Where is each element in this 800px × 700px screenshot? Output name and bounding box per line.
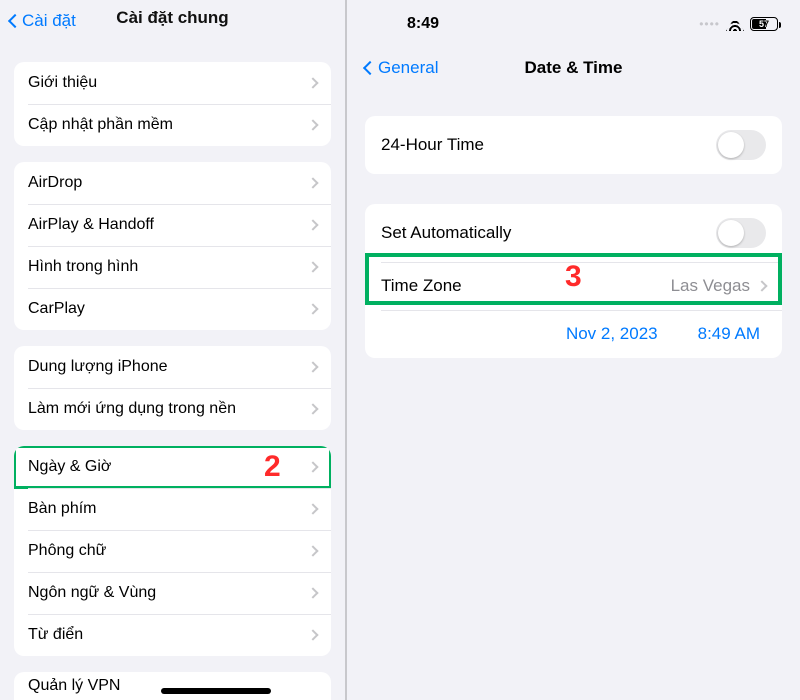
row-dictionary[interactable]: Từ điển <box>14 614 331 656</box>
row-label: AirPlay & Handoff <box>28 216 154 234</box>
group-airdrop: AirDrop AirPlay & Handoff Hình trong hìn… <box>14 162 331 330</box>
group-24h: 24-Hour Time <box>365 116 782 174</box>
row-label: Ngày & Giờ <box>28 458 111 476</box>
chevron-right-icon <box>307 361 318 372</box>
chevron-right-icon <box>307 261 318 272</box>
toggle-24h[interactable] <box>716 130 766 160</box>
chevron-left-icon <box>8 14 22 28</box>
cell-dots-icon: •••• <box>699 17 720 31</box>
row-date-time[interactable]: Ngày & Giờ <box>14 446 331 488</box>
group-about: Giới thiệu Cập nhật phần mềm <box>14 62 331 146</box>
row-label: 24-Hour Time <box>381 135 484 155</box>
row-label: Làm mới ứng dụng trong nền <box>28 400 236 418</box>
row-label: CarPlay <box>28 300 85 318</box>
row-label: Hình trong hình <box>28 258 138 276</box>
row-label: Set Automatically <box>381 223 511 243</box>
row-carplay[interactable]: CarPlay <box>14 288 331 330</box>
date-value[interactable]: Nov 2, 2023 <box>566 324 658 344</box>
row-label: Ngôn ngữ & Vùng <box>28 584 156 602</box>
row-keyboard[interactable]: Bàn phím <box>14 488 331 530</box>
row-label: Phông chữ <box>28 542 106 560</box>
group-tz: Set Automatically Time Zone Las Vegas No… <box>365 204 782 358</box>
row-label: Giới thiệu <box>28 74 97 92</box>
row-fonts[interactable]: Phông chữ <box>14 530 331 572</box>
group-peek: Quản lý VPN <box>14 672 331 700</box>
left-navbar: Cài đặt Cài đặt chung <box>0 0 345 38</box>
group-storage: Dung lượng iPhone Làm mới ứng dụng trong… <box>14 346 331 430</box>
row-about[interactable]: Giới thiệu <box>14 62 331 104</box>
chevron-right-icon <box>307 545 318 556</box>
chevron-right-icon <box>307 77 318 88</box>
chevron-right-icon <box>307 629 318 640</box>
row-pip[interactable]: Hình trong hình <box>14 246 331 288</box>
chevron-right-icon <box>756 280 767 291</box>
tz-value: Las Vegas <box>671 276 750 296</box>
chevron-right-icon <box>307 219 318 230</box>
status-bar: 8:49 •••• 57 <box>347 0 800 40</box>
chevron-right-icon <box>307 461 318 472</box>
right-navbar: General Date & Time <box>347 40 800 86</box>
row-set-auto[interactable]: Set Automatically <box>365 204 782 262</box>
row-airplay[interactable]: AirPlay & Handoff <box>14 204 331 246</box>
right-screenshot: 8:49 •••• 57 General Date & Time 24-Hour… <box>347 0 800 700</box>
row-storage[interactable]: Dung lượng iPhone <box>14 346 331 388</box>
row-airdrop[interactable]: AirDrop <box>14 162 331 204</box>
row-datetime-picker[interactable]: Nov 2, 2023 8:49 AM <box>365 310 782 358</box>
wifi-icon <box>726 17 744 31</box>
time-value[interactable]: 8:49 AM <box>698 324 760 344</box>
back-label-left: Cài đặt <box>22 11 76 31</box>
row-label: Cập nhật phần mềm <box>28 116 173 134</box>
battery-level: 57 <box>759 19 769 29</box>
chevron-right-icon <box>307 503 318 514</box>
chevron-right-icon <box>307 303 318 314</box>
status-time: 8:49 <box>407 15 439 33</box>
battery-icon: 57 <box>750 17 778 31</box>
group-datetime: Ngày & Giờ Bàn phím Phông chữ Ngôn ngữ &… <box>14 446 331 656</box>
row-timezone[interactable]: Time Zone Las Vegas <box>365 262 782 310</box>
toggle-auto[interactable] <box>716 218 766 248</box>
title-right: Date & Time <box>347 58 800 78</box>
row-label: Quản lý VPN <box>28 677 120 695</box>
chevron-right-icon <box>307 177 318 188</box>
chevron-right-icon <box>307 403 318 414</box>
row-language-region[interactable]: Ngôn ngữ & Vùng <box>14 572 331 614</box>
row-24h[interactable]: 24-Hour Time <box>365 116 782 174</box>
row-label: Bàn phím <box>28 500 96 518</box>
row-bg-refresh[interactable]: Làm mới ứng dụng trong nền <box>14 388 331 430</box>
chevron-right-icon <box>307 587 318 598</box>
status-icons: •••• 57 <box>699 17 778 31</box>
row-label: Từ điển <box>28 626 83 644</box>
row-label: Time Zone <box>381 276 462 296</box>
redaction-bar <box>161 688 271 694</box>
row-label: AirDrop <box>28 174 82 192</box>
row-label: Dung lượng iPhone <box>28 358 168 376</box>
chevron-right-icon <box>307 119 318 130</box>
back-button-left[interactable]: Cài đặt <box>10 11 76 31</box>
row-software-update[interactable]: Cập nhật phần mềm <box>14 104 331 146</box>
left-screenshot: Cài đặt Cài đặt chung Giới thiệu Cập nhậ… <box>0 0 345 700</box>
